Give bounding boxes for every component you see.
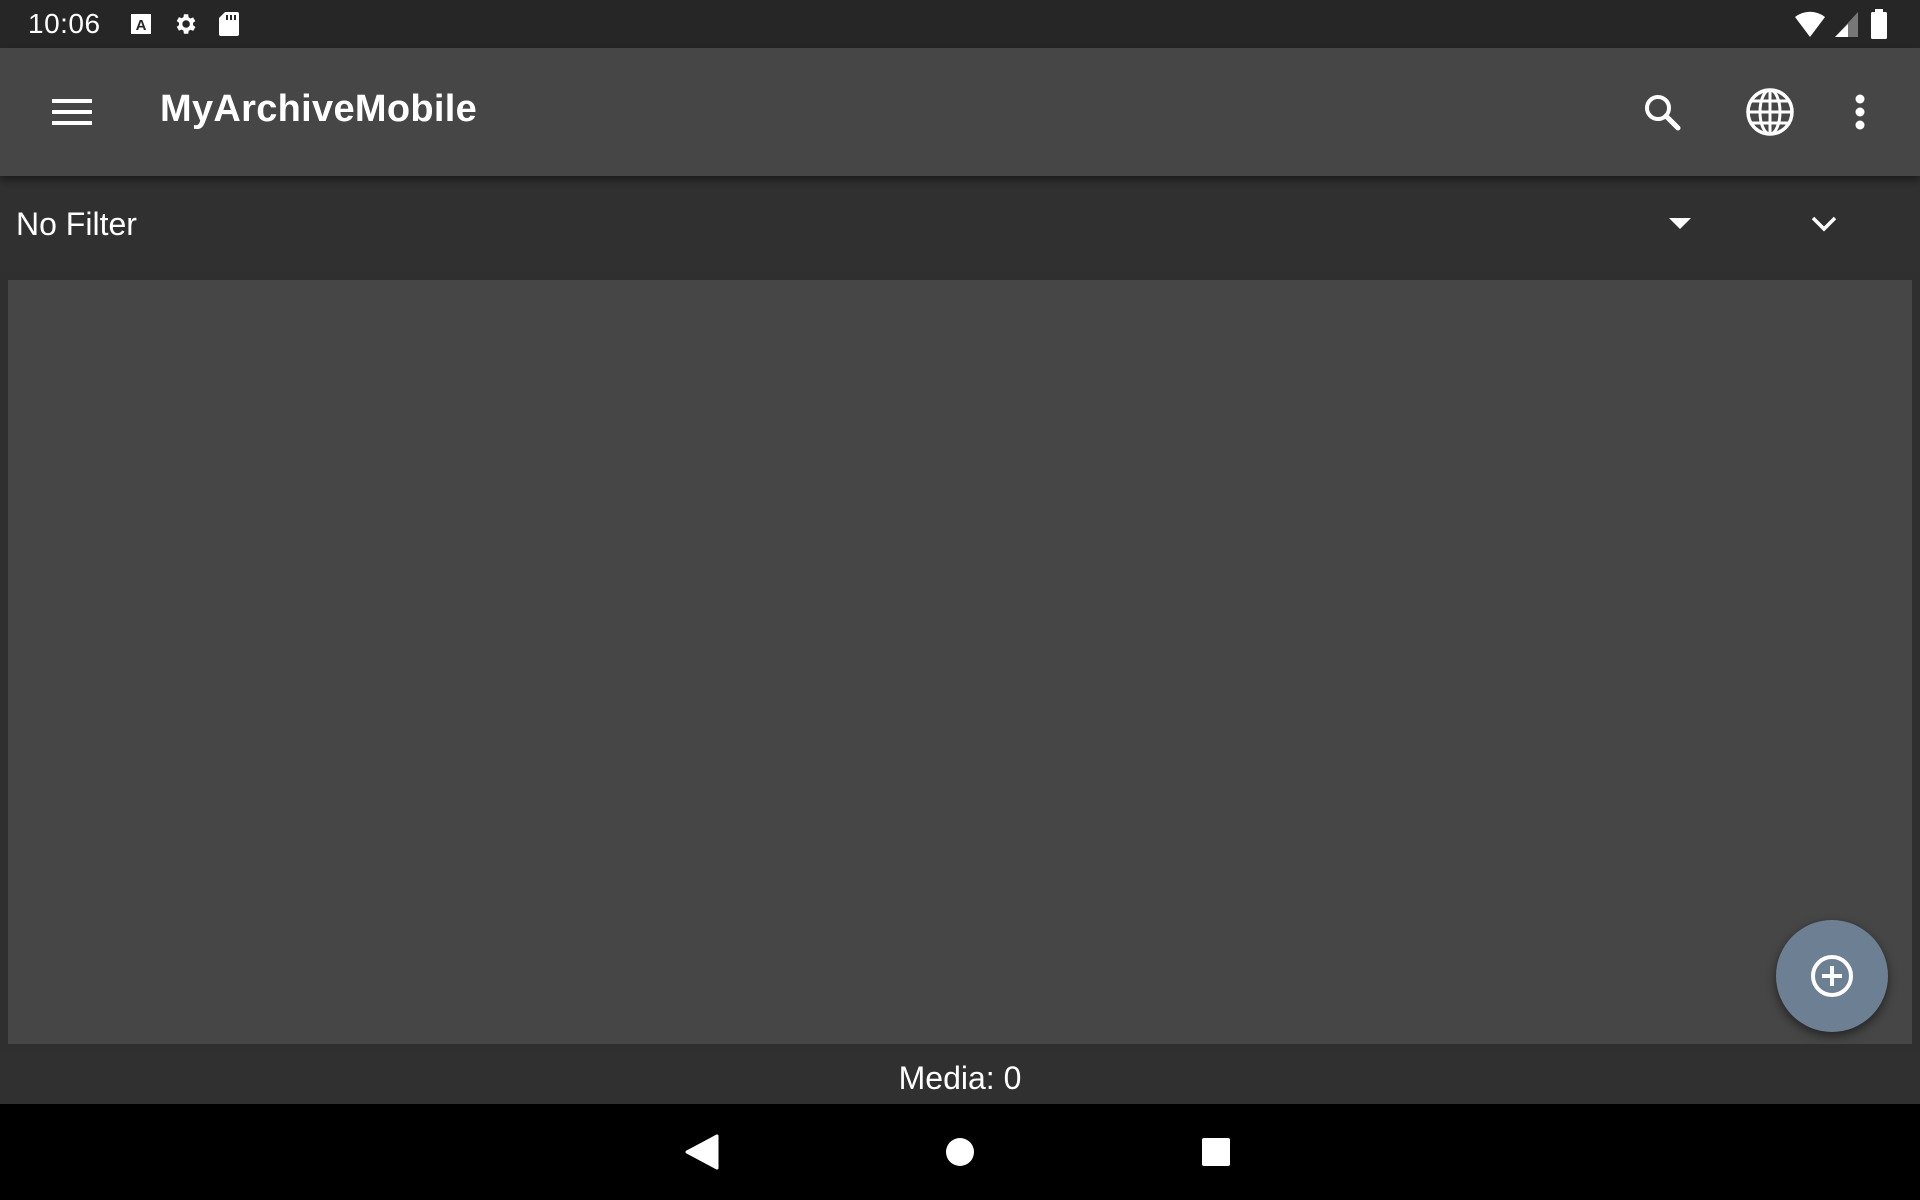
- more-vert-icon: [1855, 94, 1865, 130]
- recents-icon: [1202, 1138, 1230, 1166]
- arrow-drop-down-icon: [1669, 218, 1691, 229]
- navigation-bar: [0, 1104, 1920, 1200]
- status-right-group: [1794, 8, 1890, 45]
- wifi-icon: [1794, 9, 1826, 44]
- app-bar: MyArchiveMobile: [0, 48, 1920, 176]
- back-icon: [685, 1134, 719, 1170]
- more-options-button[interactable]: [1830, 82, 1890, 142]
- globe-icon: [1746, 88, 1794, 136]
- filter-dropdown[interactable]: [1660, 204, 1700, 244]
- home-button[interactable]: [936, 1128, 984, 1176]
- status-bar: 10:06 A: [0, 0, 1920, 48]
- add-circle-icon: [1811, 955, 1853, 997]
- footer: Media: 0: [0, 1052, 1920, 1104]
- filter-bar: No Filter: [0, 176, 1920, 272]
- language-button[interactable]: [1740, 82, 1800, 142]
- app-title: MyArchiveMobile: [160, 88, 478, 130]
- battery-icon: [1868, 8, 1890, 45]
- search-icon: [1645, 95, 1681, 131]
- hamburger-menu-icon: [52, 99, 92, 125]
- recents-button[interactable]: [1192, 1128, 1240, 1176]
- expand-filter-button[interactable]: [1800, 200, 1848, 248]
- media-grid[interactable]: [8, 280, 1912, 1044]
- filter-spinner[interactable]: No Filter: [16, 206, 137, 243]
- sd-card-icon: [215, 10, 243, 38]
- media-count: Media: 0: [898, 1059, 1022, 1096]
- status-time: 10:06: [28, 8, 101, 39]
- menu-button[interactable]: [40, 84, 104, 140]
- gear-icon: [171, 10, 199, 38]
- text-a-icon: A: [127, 10, 155, 38]
- screen: 10:06 A MyArchiveMobile No Filter Media:…: [0, 0, 1920, 1200]
- svg-text:A: A: [135, 17, 146, 34]
- chevron-down-icon: [1811, 216, 1837, 232]
- add-media-fab[interactable]: [1776, 920, 1888, 1032]
- search-button[interactable]: [1632, 82, 1692, 142]
- back-button[interactable]: [678, 1128, 726, 1176]
- cell-signal-icon: [1834, 9, 1860, 44]
- home-icon: [946, 1138, 974, 1166]
